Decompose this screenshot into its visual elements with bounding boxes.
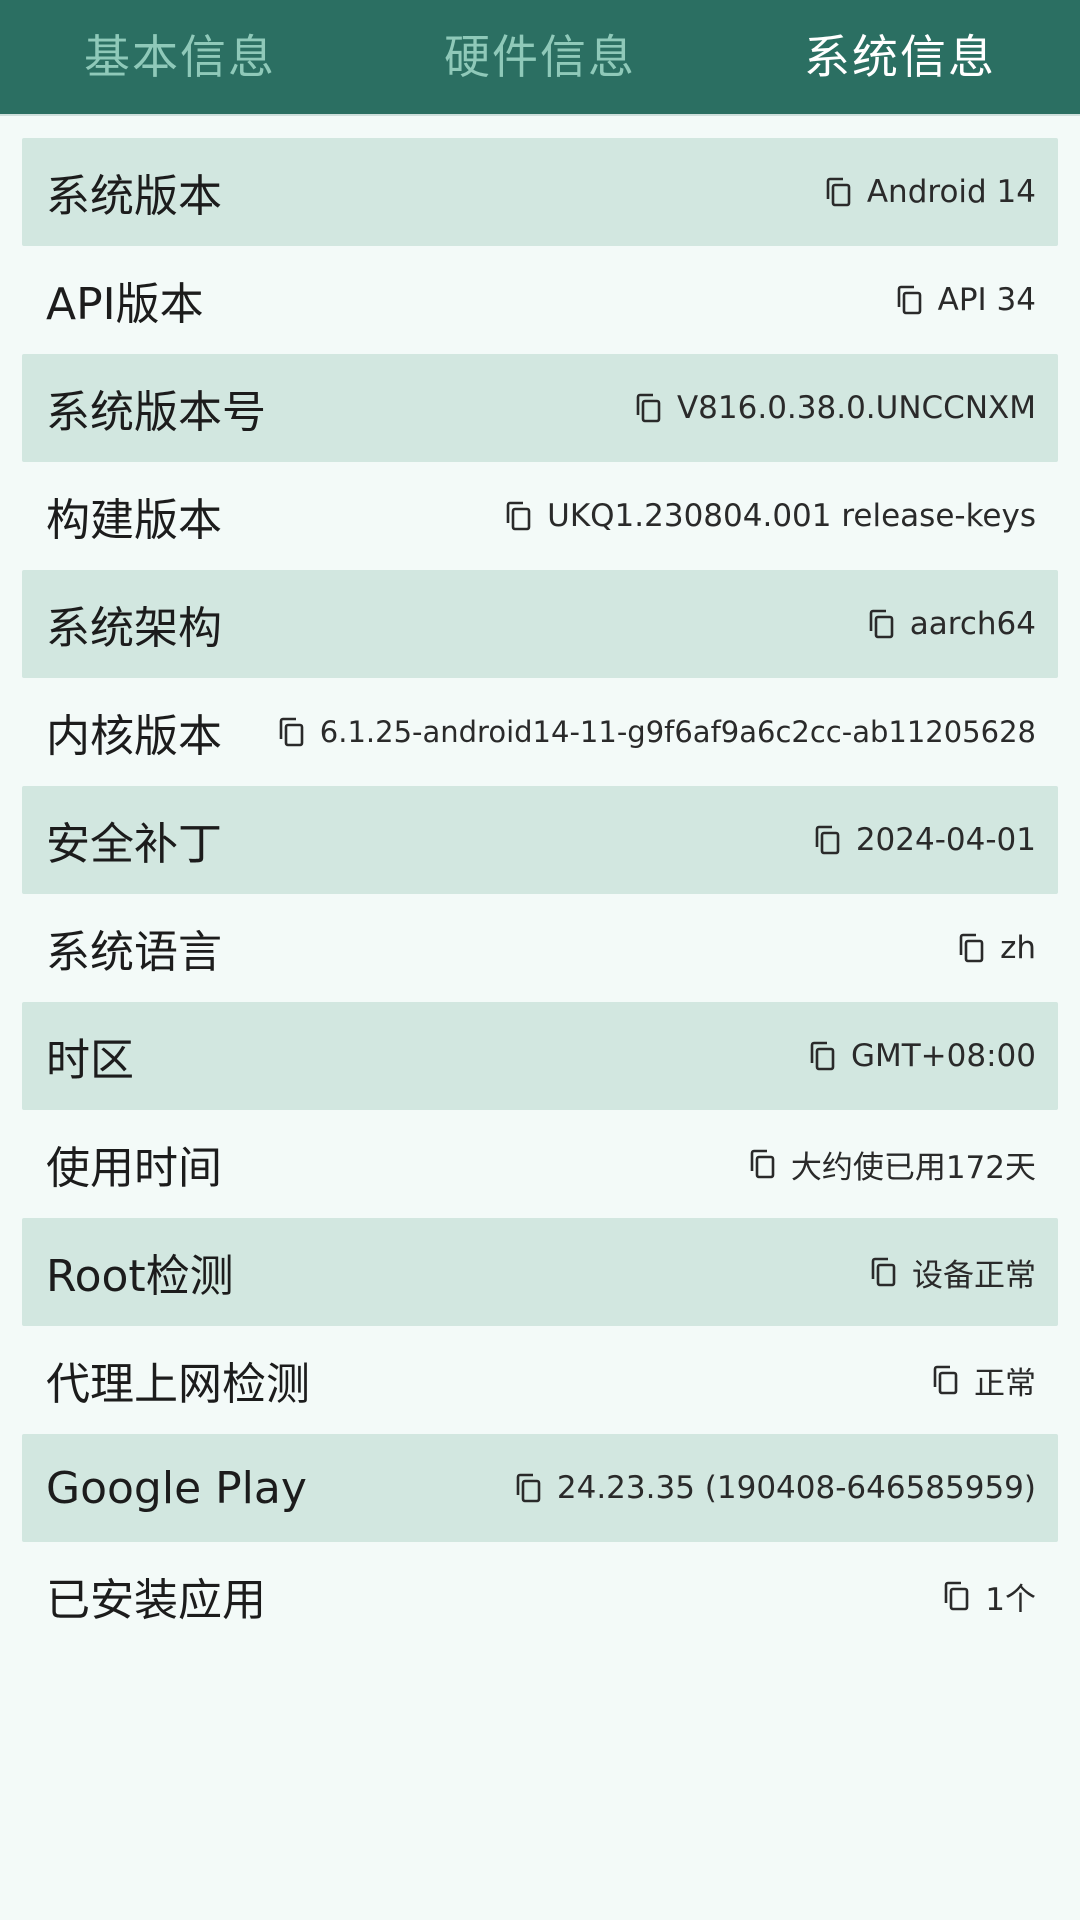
row-label: 系统语言: [46, 927, 222, 978]
row-label: 内核版本: [46, 711, 222, 762]
copy-value-button[interactable]: GMT+08:00: [809, 1038, 1036, 1074]
copy-icon: [636, 393, 661, 423]
copy-icon: [933, 1365, 958, 1395]
row-label: 已安装应用: [46, 1575, 266, 1626]
row-label: 系统版本号: [46, 387, 266, 438]
info-row-root-check: Root检测 设备正常: [22, 1218, 1058, 1326]
copy-value-button[interactable]: aarch64: [868, 606, 1036, 642]
row-value: 6.1.25-android14-11-g9f6af9a6c2cc-ab1120…: [319, 715, 1036, 749]
info-row-build-version: 构建版本 UKQ1.230804.001 release-keys: [22, 462, 1058, 570]
row-label: 构建版本: [46, 495, 222, 546]
copy-icon: [810, 1041, 835, 1071]
copy-icon: [815, 825, 840, 855]
row-value: UKQ1.230804.001 release-keys: [547, 498, 1036, 534]
info-row-build-number: 系统版本号 V816.0.38.0.UNCCNXM: [22, 354, 1058, 462]
copy-icon: [897, 285, 921, 315]
copy-value-button[interactable]: 2024-04-01: [814, 822, 1036, 858]
info-row-timezone: 时区 GMT+08:00: [22, 1002, 1058, 1110]
copy-value-button[interactable]: 24.23.35 (190408-646585959): [515, 1470, 1036, 1506]
info-row-kernel-version: 内核版本 6.1.25-android14-11-g9f6af9a6c2cc-a…: [22, 678, 1058, 786]
row-label: Root检测: [46, 1251, 234, 1302]
copy-icon: [516, 1473, 541, 1503]
tab-hardware-info[interactable]: 硬件信息: [360, 21, 720, 87]
copy-icon: [871, 1257, 896, 1287]
info-row-system-version: 系统版本 Android 14: [22, 138, 1058, 246]
row-label: 使用时间: [46, 1143, 222, 1194]
row-value: GMT+08:00: [850, 1038, 1036, 1074]
row-label: API版本: [46, 279, 204, 330]
row-label: 代理上网检测: [46, 1359, 310, 1410]
row-value: V816.0.38.0.UNCCNXM: [676, 390, 1036, 426]
row-label: Google Play: [46, 1462, 307, 1514]
copy-icon: [869, 609, 894, 639]
tab-divider: [0, 114, 1080, 116]
row-value: Android 14: [866, 174, 1036, 210]
info-row-google-play: Google Play 24.23.35 (190408-646585959): [22, 1434, 1058, 1542]
row-value: 设备正常: [912, 1257, 1036, 1294]
row-label: 系统架构: [46, 603, 222, 654]
row-value: zh: [1000, 930, 1036, 966]
row-value: 1个: [985, 1581, 1036, 1618]
copy-icon: [826, 177, 851, 207]
copy-value-button[interactable]: UKQ1.230804.001 release-keys: [505, 498, 1036, 534]
row-value: 大约使已用172天: [790, 1149, 1036, 1186]
info-row-api-version: API版本 API 34: [22, 246, 1058, 354]
copy-icon: [279, 717, 304, 747]
system-info-list: 系统版本 Android 14 API版本 API 34 系统版本号 V816.…: [22, 138, 1058, 1650]
tab-basic-info[interactable]: 基本信息: [0, 21, 360, 87]
copy-value-button[interactable]: 设备正常: [870, 1250, 1036, 1295]
tab-bar: 基本信息 硬件信息 系统信息: [0, 0, 1080, 114]
copy-value-button[interactable]: API 34: [896, 282, 1036, 318]
row-label: 时区: [46, 1035, 134, 1086]
info-row-security-patch: 安全补丁 2024-04-01: [22, 786, 1058, 894]
row-label: 安全补丁: [46, 819, 222, 870]
info-row-proxy-check: 代理上网检测 正常: [22, 1326, 1058, 1434]
copy-value-button[interactable]: V816.0.38.0.UNCCNXM: [635, 390, 1036, 426]
copy-icon: [750, 1149, 775, 1179]
copy-icon: [959, 933, 984, 963]
row-value: 24.23.35 (190408-646585959): [556, 1470, 1036, 1506]
row-value: 2024-04-01: [855, 822, 1036, 858]
row-value: 正常: [974, 1365, 1036, 1402]
copy-value-button[interactable]: 大约使已用172天: [749, 1142, 1036, 1187]
copy-value-button[interactable]: 1个: [943, 1574, 1036, 1619]
copy-value-button[interactable]: 正常: [932, 1358, 1036, 1403]
info-row-usage-time: 使用时间 大约使已用172天: [22, 1110, 1058, 1218]
copy-value-button[interactable]: zh: [958, 930, 1036, 966]
row-value: API 34: [937, 282, 1036, 318]
tab-system-info[interactable]: 系统信息: [720, 21, 1080, 87]
copy-value-button[interactable]: 6.1.25-android14-11-g9f6af9a6c2cc-ab1120…: [278, 715, 1036, 749]
row-value: aarch64: [909, 606, 1036, 642]
row-label: 系统版本: [46, 171, 222, 222]
info-row-system-language: 系统语言 zh: [22, 894, 1058, 1002]
info-row-architecture: 系统架构 aarch64: [22, 570, 1058, 678]
copy-icon: [506, 501, 531, 531]
copy-icon: [944, 1581, 969, 1611]
copy-value-button[interactable]: Android 14: [825, 174, 1036, 210]
info-row-installed-apps: 已安装应用 1个: [22, 1542, 1058, 1650]
